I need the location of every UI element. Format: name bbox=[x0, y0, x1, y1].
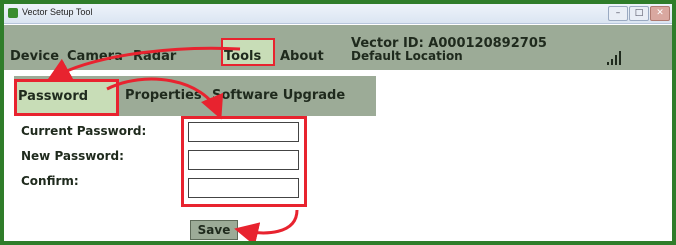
setup-window: Vector Setup Tool – □ ✕ Device Camera Ra… bbox=[4, 4, 672, 241]
menu-device[interactable]: Device bbox=[10, 49, 59, 64]
app-icon bbox=[8, 8, 18, 18]
main-menu-bar: Device Camera Radar Tools About Vector I… bbox=[4, 25, 672, 70]
maximize-button[interactable]: □ bbox=[629, 6, 649, 21]
title-bar: Vector Setup Tool – □ ✕ bbox=[4, 4, 672, 24]
tab-software-upgrade[interactable]: Software Upgrade bbox=[212, 88, 345, 103]
menu-about[interactable]: About bbox=[280, 49, 324, 64]
current-password-label: Current Password: bbox=[21, 124, 147, 138]
menu-tools[interactable]: Tools bbox=[224, 49, 261, 64]
close-button[interactable]: ✕ bbox=[650, 6, 670, 21]
new-password-field[interactable] bbox=[188, 150, 299, 170]
menu-radar[interactable]: Radar bbox=[133, 49, 176, 64]
confirm-label: Confirm: bbox=[21, 174, 79, 188]
tab-properties[interactable]: Properties bbox=[125, 88, 202, 103]
minimize-button[interactable]: – bbox=[608, 6, 628, 21]
current-password-field[interactable] bbox=[188, 122, 299, 142]
save-button[interactable]: Save bbox=[190, 220, 238, 240]
menu-camera[interactable]: Camera bbox=[67, 49, 123, 64]
location-label: Default Location bbox=[351, 49, 463, 63]
arrow-fields-to-save bbox=[234, 209, 299, 241]
new-password-label: New Password: bbox=[21, 149, 124, 163]
tab-password[interactable]: Password bbox=[18, 89, 88, 104]
confirm-password-field[interactable] bbox=[188, 178, 299, 198]
window-title: Vector Setup Tool bbox=[22, 7, 93, 17]
signal-strength-icon bbox=[607, 51, 623, 65]
